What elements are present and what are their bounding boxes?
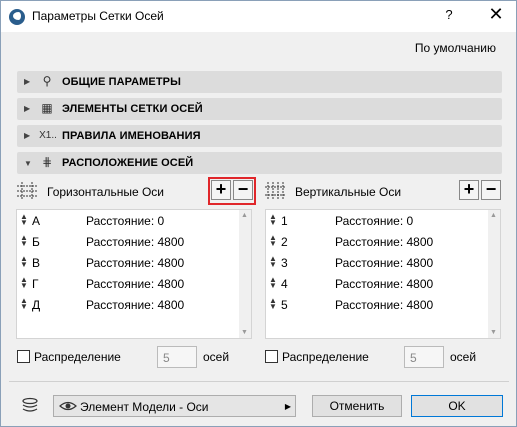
axis-distance: Расстояние: 4800 — [335, 256, 434, 270]
section-label: РАСПОЛОЖЕНИЕ ОСЕЙ — [62, 157, 194, 169]
window-title: Параметры Сетки Осей — [32, 9, 164, 23]
scrollbar[interactable]: ▲ ▼ — [488, 210, 500, 338]
axis-name: 4 — [281, 277, 288, 291]
vertical-grid-icon — [265, 182, 285, 200]
horizontal-grid-icon — [17, 182, 37, 200]
app-icon — [9, 9, 25, 25]
title-bar: Параметры Сетки Осей ? ✕ — [1, 1, 516, 32]
section-naming[interactable]: ▶ X1.. ПРАВИЛА ИМЕНОВАНИЯ — [17, 125, 502, 147]
add-horizontal-axis-button[interactable]: + — [211, 180, 231, 200]
list-item[interactable]: ▲ ▼ 2 Расстояние: 4800 — [266, 231, 500, 252]
list-item[interactable]: ▲ ▼ 4 Расстояние: 4800 — [266, 273, 500, 294]
count-unit: осей — [203, 350, 230, 364]
list-item[interactable]: ▲ ▼ А Расстояние: 0 — [17, 210, 251, 231]
section-label: ЭЛЕМЕНТЫ СЕТКИ ОСЕЙ — [62, 103, 203, 115]
axis-name: 5 — [281, 298, 288, 312]
axis-name: Г — [32, 277, 39, 291]
grid-elements-icon: ▦ — [41, 101, 53, 115]
layers-icon — [22, 397, 38, 412]
axis-name: 2 — [281, 235, 288, 249]
section-grid-elements[interactable]: ▶ ▦ ЭЛЕМЕНТЫ СЕТКИ ОСЕЙ — [17, 98, 502, 120]
expand-arrow-icon: ▶ — [24, 77, 31, 86]
distribute-label: Распределение — [34, 350, 121, 364]
horizontal-distribute-checkbox[interactable] — [17, 350, 30, 363]
pin-icon: ⚲ — [42, 74, 52, 88]
help-button[interactable]: ? — [439, 7, 459, 22]
defaults-link[interactable]: По умолчанию — [415, 41, 496, 55]
list-item[interactable]: ▲ ▼ 5 Расстояние: 4800 — [266, 294, 500, 315]
scroll-up-icon[interactable]: ▲ — [241, 212, 248, 219]
section-general[interactable]: ▶ ⚲ ОБЩИЕ ПАРАМЕТРЫ — [17, 71, 502, 93]
ok-button[interactable]: OK — [411, 395, 503, 417]
vertical-distribute-row: Распределение 5 осей — [265, 345, 501, 369]
add-vertical-axis-button[interactable]: + — [459, 180, 479, 200]
axis-distance: Расстояние: 4800 — [86, 235, 185, 249]
axis-distance: Расстояние: 4800 — [86, 298, 185, 312]
vertical-axes-list[interactable]: ▲ ▼ 1 Расстояние: 0 ▲ ▼ 2 Расстояние: 4800… — [265, 209, 501, 339]
axis-name: В — [32, 256, 41, 270]
reorder-handle-icon[interactable]: ▲ ▼ — [269, 297, 277, 311]
reorder-handle-icon[interactable]: ▲ ▼ — [20, 213, 28, 227]
reorder-handle-icon[interactable]: ▲ ▼ — [20, 234, 28, 248]
axis-name: 1 — [281, 214, 288, 228]
axis-distance: Расстояние: 4800 — [335, 277, 434, 291]
axis-distance: Расстояние: 0 — [86, 214, 165, 228]
list-item[interactable]: ▲ ▼ В Расстояние: 4800 — [17, 252, 251, 273]
scrollbar[interactable]: ▲ ▼ — [239, 210, 251, 338]
horizontal-axis-count-input[interactable]: 5 — [157, 346, 197, 368]
list-item[interactable]: ▲ ▼ Д Расстояние: 4800 — [17, 294, 251, 315]
scroll-down-icon[interactable]: ▼ — [241, 329, 248, 336]
cancel-button[interactable]: Отменить — [312, 395, 402, 417]
expand-arrow-icon: ▶ — [24, 104, 31, 113]
list-item[interactable]: ▲ ▼ Г Расстояние: 4800 — [17, 273, 251, 294]
list-item[interactable]: ▲ ▼ 1 Расстояние: 0 — [266, 210, 500, 231]
reorder-handle-icon[interactable]: ▲ ▼ — [269, 276, 277, 290]
reorder-handle-icon[interactable]: ▲ ▼ — [20, 276, 28, 290]
dropdown-arrow-icon: ▶ — [284, 402, 291, 411]
remove-horizontal-axis-button[interactable]: − — [233, 180, 253, 200]
axis-distance: Расстояние: 4800 — [86, 256, 185, 270]
layer-dropdown-value: Элемент Модели - Оси — [80, 400, 209, 414]
list-item[interactable]: ▲ ▼ Б Расстояние: 4800 — [17, 231, 251, 252]
reorder-handle-icon[interactable]: ▲ ▼ — [269, 234, 277, 248]
reorder-handle-icon[interactable]: ▲ ▼ — [269, 255, 277, 269]
section-axis-layout[interactable]: ▼ ⋕ РАСПОЛОЖЕНИЕ ОСЕЙ — [17, 152, 502, 174]
expand-arrow-icon: ▶ — [24, 131, 31, 140]
reorder-handle-icon[interactable]: ▲ ▼ — [269, 213, 277, 227]
axis-name: 3 — [281, 256, 288, 270]
axis-name: Б — [32, 235, 40, 249]
layer-dropdown[interactable]: Элемент Модели - Оси ▶ — [53, 395, 296, 417]
section-label: ОБЩИЕ ПАРАМЕТРЫ — [62, 76, 181, 88]
axis-layout-icon: ⋕ — [41, 155, 53, 169]
horizontal-axes-list[interactable]: ▲ ▼ А Расстояние: 0 ▲ ▼ Б Расстояние: 4800… — [16, 209, 252, 339]
axis-name: Д — [32, 298, 41, 312]
scroll-down-icon[interactable]: ▼ — [490, 329, 497, 336]
footer-separator — [9, 381, 509, 382]
remove-vertical-axis-button[interactable]: − — [481, 180, 501, 200]
list-item[interactable]: ▲ ▼ 3 Расстояние: 4800 — [266, 252, 500, 273]
collapse-arrow-icon: ▼ — [24, 159, 32, 168]
distribute-label: Распределение — [282, 350, 369, 364]
vertical-axis-count-input[interactable]: 5 — [404, 346, 444, 368]
count-unit: осей — [450, 350, 477, 364]
eye-icon — [59, 401, 77, 411]
axis-name: А — [32, 214, 41, 228]
close-button[interactable]: ✕ — [485, 4, 507, 25]
scroll-up-icon[interactable]: ▲ — [490, 212, 497, 219]
horizontal-axes-label: Горизонтальные Оси — [47, 185, 164, 199]
section-label: ПРАВИЛА ИМЕНОВАНИЯ — [62, 130, 201, 142]
axis-distance: Расстояние: 4800 — [335, 298, 434, 312]
vertical-distribute-checkbox[interactable] — [265, 350, 278, 363]
vertical-axes-label: Вертикальные Оси — [295, 185, 402, 199]
axis-distance: Расстояние: 0 — [335, 214, 414, 228]
dialog-window: Параметры Сетки Осей ? ✕ По умолчанию ▶ … — [0, 0, 517, 427]
axis-distance: Расстояние: 4800 — [86, 277, 185, 291]
reorder-handle-icon[interactable]: ▲ ▼ — [20, 255, 28, 269]
naming-icon: X1.. — [39, 130, 57, 141]
reorder-handle-icon[interactable]: ▲ ▼ — [20, 297, 28, 311]
horizontal-distribute-row: Распределение 5 осей — [17, 345, 253, 369]
axis-distance: Расстояние: 4800 — [335, 235, 434, 249]
